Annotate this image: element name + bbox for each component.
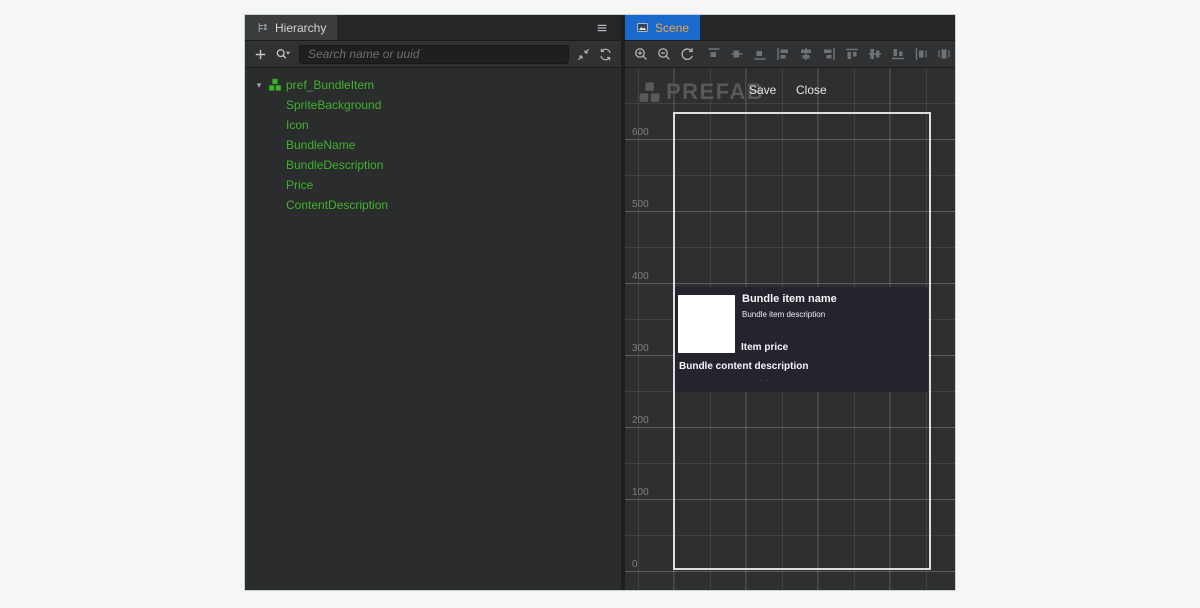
save-button[interactable]: Save [745,81,780,99]
prefab-cube-icon [268,78,282,92]
ruler-label: 500 [632,198,658,211]
scene-tabbar: Scene [625,15,955,41]
tree-node-label: BundleDescription [286,158,383,172]
ruler-label: 600 [632,126,658,139]
bundle-content-description-text[interactable]: Bundle content description [679,361,808,372]
ruler-label: 300 [632,342,658,355]
align-top-edge-icon[interactable] [706,46,722,62]
prefab-logo-icon [638,81,661,104]
scene-image-icon [636,21,649,34]
tree-node-label: pref_BundleItem [286,78,374,92]
scene-toolbar [625,41,955,68]
hierarchy-panel: Hierarchy [245,15,621,590]
collapse-all-icon[interactable] [576,47,591,62]
align-middle-icon[interactable] [867,46,883,62]
align-center-horizontal-icon[interactable] [798,46,814,62]
scene-viewport[interactable]: PREFAB Save Close 600 500 400 300 200 10… [625,68,955,590]
truncation-dots: ··· [753,375,771,385]
ruler-label: 0 [632,558,658,571]
tab-hierarchy-label: Hierarchy [275,21,326,35]
bundle-item-node[interactable]: Bundle item name Bundle item description… [675,287,928,392]
tree-node-label: BundleName [286,138,355,152]
tree-node[interactable]: BundleDescription [245,155,621,175]
editor-window: Hierarchy [245,15,955,590]
tree-node[interactable]: Icon [245,115,621,135]
refresh-icon[interactable] [598,47,613,62]
align-top-icon[interactable] [844,46,860,62]
align-bottom-icon[interactable] [890,46,906,62]
distribute-left-icon[interactable] [913,46,929,62]
tree-node-label: Icon [286,118,309,132]
tree-node[interactable]: BundleName [245,135,621,155]
tree-node-root[interactable]: ▾ pref_BundleItem [245,75,621,95]
scene-panel: Scene [625,15,955,590]
hierarchy-tabbar: Hierarchy [245,15,621,41]
align-bottom-edge-icon[interactable] [752,46,768,62]
bundle-description-text[interactable]: Bundle item description [742,310,825,319]
hierarchy-tree: ▾ pref_BundleItem SpriteBackground Icon … [245,68,621,590]
zoom-out-icon[interactable] [656,46,672,62]
hierarchy-icon [256,21,269,34]
reset-view-icon[interactable] [679,46,695,62]
tab-scene-label: Scene [655,21,689,35]
bundle-name-text[interactable]: Bundle item name [742,293,837,305]
tree-node-label: ContentDescription [286,198,388,212]
bundle-icon-placeholder[interactable] [678,295,735,353]
tree-node[interactable]: Price [245,175,621,195]
zoom-in-icon[interactable] [633,46,649,62]
align-right-icon[interactable] [821,46,837,62]
tree-node-label: Price [286,178,313,192]
distribute-center-icon[interactable] [936,46,952,62]
tree-node[interactable]: SpriteBackground [245,95,621,115]
search-input[interactable] [299,45,569,64]
align-middle-edge-icon[interactable] [729,46,745,62]
align-left-icon[interactable] [775,46,791,62]
ruler-label: 100 [632,486,658,499]
add-node-icon[interactable] [253,47,268,62]
panel-menu-icon[interactable] [595,21,609,35]
tab-scene[interactable]: Scene [625,15,700,40]
hierarchy-toolbar [245,41,621,68]
close-button[interactable]: Close [792,81,831,99]
search-filter-icon[interactable] [275,47,292,62]
ruler-label: 400 [632,270,658,283]
tree-node-label: SpriteBackground [286,98,381,112]
tree-node[interactable]: ContentDescription [245,195,621,215]
ruler-label: 200 [632,414,658,427]
tab-hierarchy[interactable]: Hierarchy [245,15,337,40]
editor-screenshot: Hierarchy [0,0,1200,608]
expand-caret-icon[interactable]: ▾ [254,80,264,90]
bundle-price-text[interactable]: Item price [741,342,788,353]
